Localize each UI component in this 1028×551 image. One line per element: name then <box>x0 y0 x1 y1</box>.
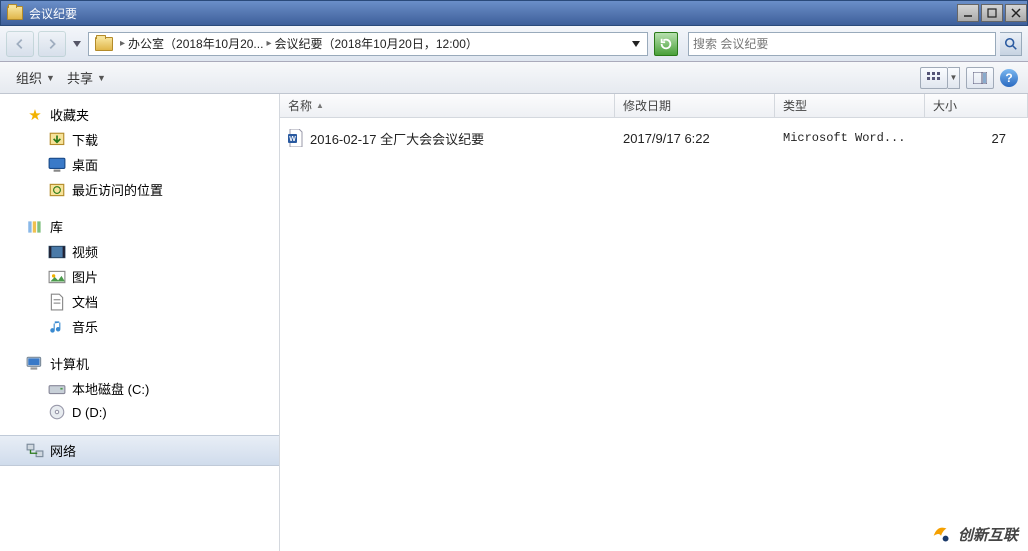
address-bar[interactable]: ▸ 办公室（2018年10月20... ▸ 会议纪要（2018年10月20日，1… <box>88 32 648 56</box>
folder-icon <box>7 6 23 20</box>
recent-places-icon <box>48 182 66 198</box>
preview-pane-button[interactable] <box>966 67 994 89</box>
video-icon <box>48 244 66 260</box>
sidebar-item-favorites[interactable]: ★收藏夹 <box>0 102 279 127</box>
help-button[interactable]: ? <box>1000 69 1018 87</box>
address-dropdown[interactable] <box>627 41 645 47</box>
column-header-type[interactable]: 类型 <box>775 94 925 117</box>
column-headers: 名称▲ 修改日期 类型 大小 <box>280 94 1028 118</box>
column-header-date[interactable]: 修改日期 <box>615 94 775 117</box>
chevron-right-icon: ▸ <box>120 38 125 49</box>
close-button[interactable] <box>1005 4 1027 22</box>
sidebar-item-recent[interactable]: 最近访问的位置 <box>0 177 279 202</box>
sidebar-item-local-disk-c[interactable]: 本地磁盘 (C:) <box>0 376 279 401</box>
maximize-button[interactable] <box>981 4 1003 22</box>
word-document-icon: W <box>288 129 304 147</box>
file-size-cell: 27 <box>925 131 1028 146</box>
sidebar-item-documents[interactable]: 文档 <box>0 289 279 314</box>
view-mode-dropdown[interactable]: ▼ <box>948 67 960 89</box>
file-date-cell: 2017/9/17 6:22 <box>615 131 775 146</box>
chevron-down-icon: ▼ <box>97 73 106 83</box>
document-icon <box>48 294 66 310</box>
nav-history-dropdown[interactable] <box>70 31 84 57</box>
music-icon <box>48 319 66 335</box>
disk-icon <box>48 381 66 397</box>
share-button[interactable]: 共享▼ <box>61 65 112 90</box>
view-mode-button[interactable] <box>920 67 948 89</box>
sort-asc-icon: ▲ <box>316 101 324 110</box>
star-icon: ★ <box>26 107 44 123</box>
file-row[interactable]: W 2016-02-17 全厂大会会议纪要 2017/9/17 6:22 Mic… <box>280 118 1028 148</box>
window-controls <box>955 4 1027 22</box>
network-icon <box>26 443 44 459</box>
window-title: 会议纪要 <box>29 5 77 22</box>
file-name-cell: W 2016-02-17 全厂大会会议纪要 <box>280 129 615 148</box>
column-header-name[interactable]: 名称▲ <box>280 94 615 117</box>
picture-icon <box>48 269 66 285</box>
minimize-button[interactable] <box>957 4 979 22</box>
sidebar-item-disk-d[interactable]: D (D:) <box>0 401 279 423</box>
sidebar-item-downloads[interactable]: 下载 <box>0 127 279 152</box>
search-input[interactable]: 搜索 会议纪要 <box>688 32 996 56</box>
title-bar: 会议纪要 <box>0 0 1028 26</box>
file-type-cell: Microsoft Word... <box>775 131 925 145</box>
watermark-text: 创新互联 <box>958 524 1018 545</box>
sidebar-item-computer[interactable]: 计算机 <box>0 351 279 376</box>
column-header-size[interactable]: 大小 <box>925 94 1028 117</box>
breadcrumb-segment[interactable]: 会议纪要（2018年10月20日，12:00） <box>274 35 477 52</box>
sidebar-item-pictures[interactable]: 图片 <box>0 264 279 289</box>
address-bar-row: ▸ 办公室（2018年10月20... ▸ 会议纪要（2018年10月20日，1… <box>0 26 1028 62</box>
svg-text:W: W <box>289 136 296 143</box>
sidebar-item-libraries[interactable]: 库 <box>0 214 279 239</box>
toolbar: 组织▼ 共享▼ ▼ ? <box>0 62 1028 94</box>
search-placeholder: 搜索 会议纪要 <box>693 35 768 52</box>
breadcrumb-segment[interactable]: 办公室（2018年10月20... <box>128 35 263 52</box>
watermark-logo-icon <box>930 523 952 545</box>
chevron-down-icon: ▼ <box>46 73 55 83</box>
navigation-pane: ★收藏夹 下载 桌面 最近访问的位置 库 视频 图片 文档 音乐 计算机 本地磁… <box>0 94 280 551</box>
chevron-right-icon: ▸ <box>266 38 271 49</box>
organize-button[interactable]: 组织▼ <box>10 65 61 90</box>
sidebar-item-videos[interactable]: 视频 <box>0 239 279 264</box>
refresh-button[interactable] <box>654 32 678 56</box>
file-list-pane: 名称▲ 修改日期 类型 大小 W 2016-02-17 全厂大会会议纪要 201… <box>280 94 1028 551</box>
forward-button[interactable] <box>38 31 66 57</box>
computer-icon <box>26 356 44 372</box>
sidebar-item-music[interactable]: 音乐 <box>0 314 279 339</box>
download-icon <box>48 132 66 148</box>
watermark: 创新互联 <box>930 523 1018 545</box>
folder-icon <box>95 37 113 51</box>
back-button[interactable] <box>6 31 34 57</box>
sidebar-item-desktop[interactable]: 桌面 <box>0 152 279 177</box>
library-icon <box>26 219 44 235</box>
cd-icon <box>48 404 66 420</box>
sidebar-item-network[interactable]: 网络 <box>0 435 279 466</box>
search-button[interactable] <box>1000 32 1022 56</box>
desktop-icon <box>48 157 66 173</box>
